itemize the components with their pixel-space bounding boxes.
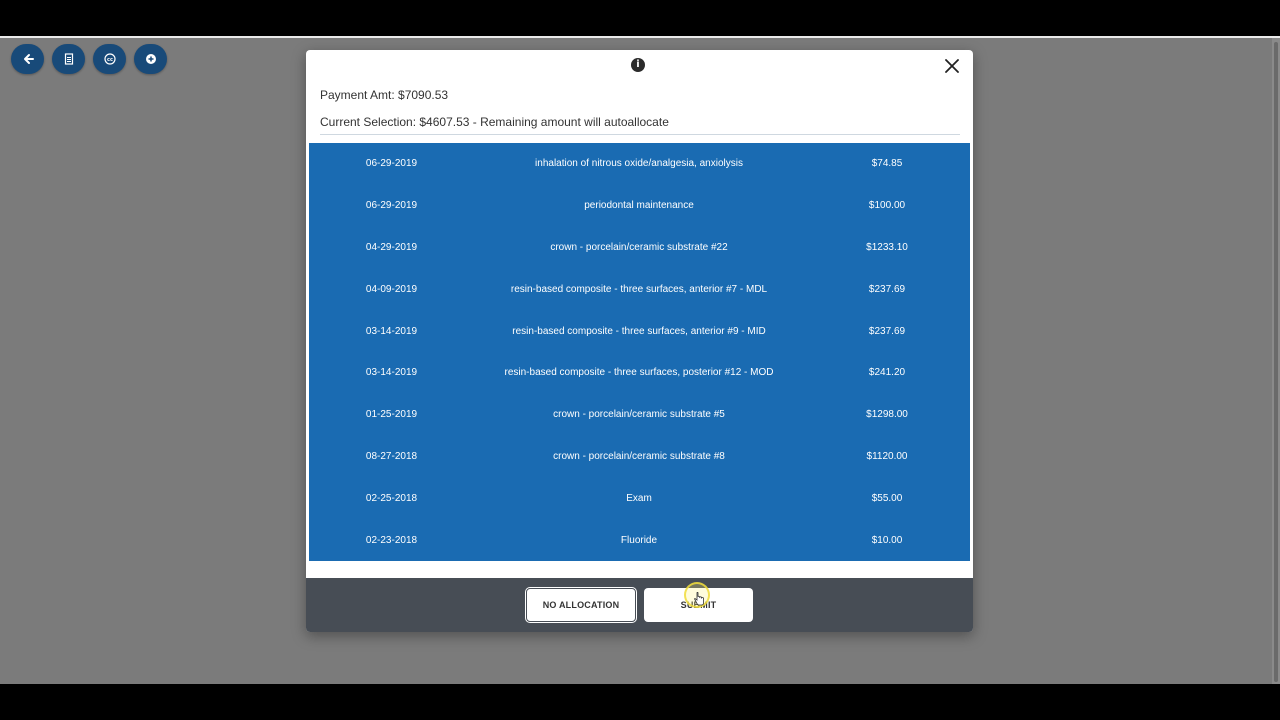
table-row[interactable]: 02-23-2018 Fluoride $10.00 xyxy=(309,519,970,561)
divider xyxy=(320,134,960,135)
row-amount: $237.69 xyxy=(868,283,906,295)
row-amount: $1233.10 xyxy=(866,241,908,253)
table-row[interactable]: 02-25-2018 Exam $55.00 xyxy=(309,477,970,519)
table-row[interactable]: 04-09-2019 resin-based composite - three… xyxy=(309,268,970,310)
row-description: inhalation of nitrous oxide/analgesia, a… xyxy=(535,158,743,170)
scrollbar[interactable] xyxy=(1272,38,1280,684)
payment-amount: Payment Amt: $7090.53 xyxy=(320,88,449,102)
table-row[interactable]: 04-29-2019 crown - porcelain/ceramic sub… xyxy=(309,227,970,269)
row-amount: $237.69 xyxy=(868,325,906,337)
plus-circle-icon xyxy=(145,53,157,65)
back-button[interactable] xyxy=(11,44,44,74)
svg-text:cc: cc xyxy=(107,57,113,63)
table-row[interactable]: 06-29-2019 periodontal maintenance $100.… xyxy=(309,185,970,227)
cc-button[interactable]: cc xyxy=(93,44,126,74)
table-row[interactable]: 03-14-2019 resin-based composite - three… xyxy=(309,352,970,394)
row-amount: $241.20 xyxy=(868,367,906,379)
cc-icon: cc xyxy=(103,53,116,65)
document-button[interactable] xyxy=(52,44,85,74)
table-row[interactable]: 03-14-2019 resin-based composite - three… xyxy=(309,310,970,352)
row-description: Exam xyxy=(626,492,652,504)
table-row[interactable]: 06-29-2019 inhalation of nitrous oxide/a… xyxy=(309,143,970,185)
row-amount: $74.85 xyxy=(871,158,903,170)
top-strip xyxy=(0,36,1280,38)
row-description: crown - porcelain/ceramic substrate #8 xyxy=(553,450,725,462)
row-amount: $10.00 xyxy=(871,534,903,546)
row-description: resin-based composite - three surfaces, … xyxy=(504,367,774,379)
info-icon[interactable]: i xyxy=(631,58,645,72)
row-date: 06-29-2019 xyxy=(365,158,418,170)
scrollbar-thumb[interactable] xyxy=(1274,42,1278,682)
row-amount: $1120.00 xyxy=(866,450,908,462)
row-date: 02-25-2018 xyxy=(365,492,418,504)
row-description: Fluoride xyxy=(620,534,658,546)
row-date: 01-25-2019 xyxy=(365,409,418,421)
row-description: crown - porcelain/ceramic substrate #5 xyxy=(553,409,725,421)
add-button[interactable] xyxy=(134,44,167,74)
row-date: 08-27-2018 xyxy=(365,450,418,462)
row-description: resin-based composite - three surfaces, … xyxy=(510,283,768,295)
no-allocation-button[interactable]: NO ALLOCATION xyxy=(526,588,636,622)
allocation-modal: i Payment Amt: $7090.53 Current Selectio… xyxy=(306,50,973,632)
close-icon xyxy=(945,58,959,78)
submit-button[interactable]: SUBMIT xyxy=(644,588,753,622)
app-screen: cc i Payment Amt: $7090.53 Current Selec… xyxy=(0,36,1280,684)
row-date: 04-09-2019 xyxy=(365,283,418,295)
table-row[interactable]: 08-27-2018 crown - porcelain/ceramic sub… xyxy=(309,436,970,478)
arrow-left-icon xyxy=(22,53,34,65)
allocation-table: 06-29-2019 inhalation of nitrous oxide/a… xyxy=(309,143,970,561)
current-selection: Current Selection: $4607.53 - Remaining … xyxy=(320,115,669,129)
document-icon xyxy=(63,53,75,65)
row-amount: $1298.00 xyxy=(866,409,908,421)
row-date: 03-14-2019 xyxy=(365,325,418,337)
row-description: crown - porcelain/ceramic substrate #22 xyxy=(550,241,728,253)
row-amount: $100.00 xyxy=(868,200,906,212)
row-description: periodontal maintenance xyxy=(584,200,694,212)
row-date: 03-14-2019 xyxy=(365,367,418,379)
close-button[interactable] xyxy=(942,58,962,78)
row-description: resin-based composite - three surfaces, … xyxy=(512,325,766,337)
modal-footer: NO ALLOCATION SUBMIT xyxy=(306,578,973,632)
row-amount: $55.00 xyxy=(871,492,903,504)
row-date: 02-23-2018 xyxy=(365,534,418,546)
row-date: 06-29-2019 xyxy=(365,200,418,212)
row-date: 04-29-2019 xyxy=(365,241,418,253)
table-row[interactable]: 01-25-2019 crown - porcelain/ceramic sub… xyxy=(309,394,970,436)
